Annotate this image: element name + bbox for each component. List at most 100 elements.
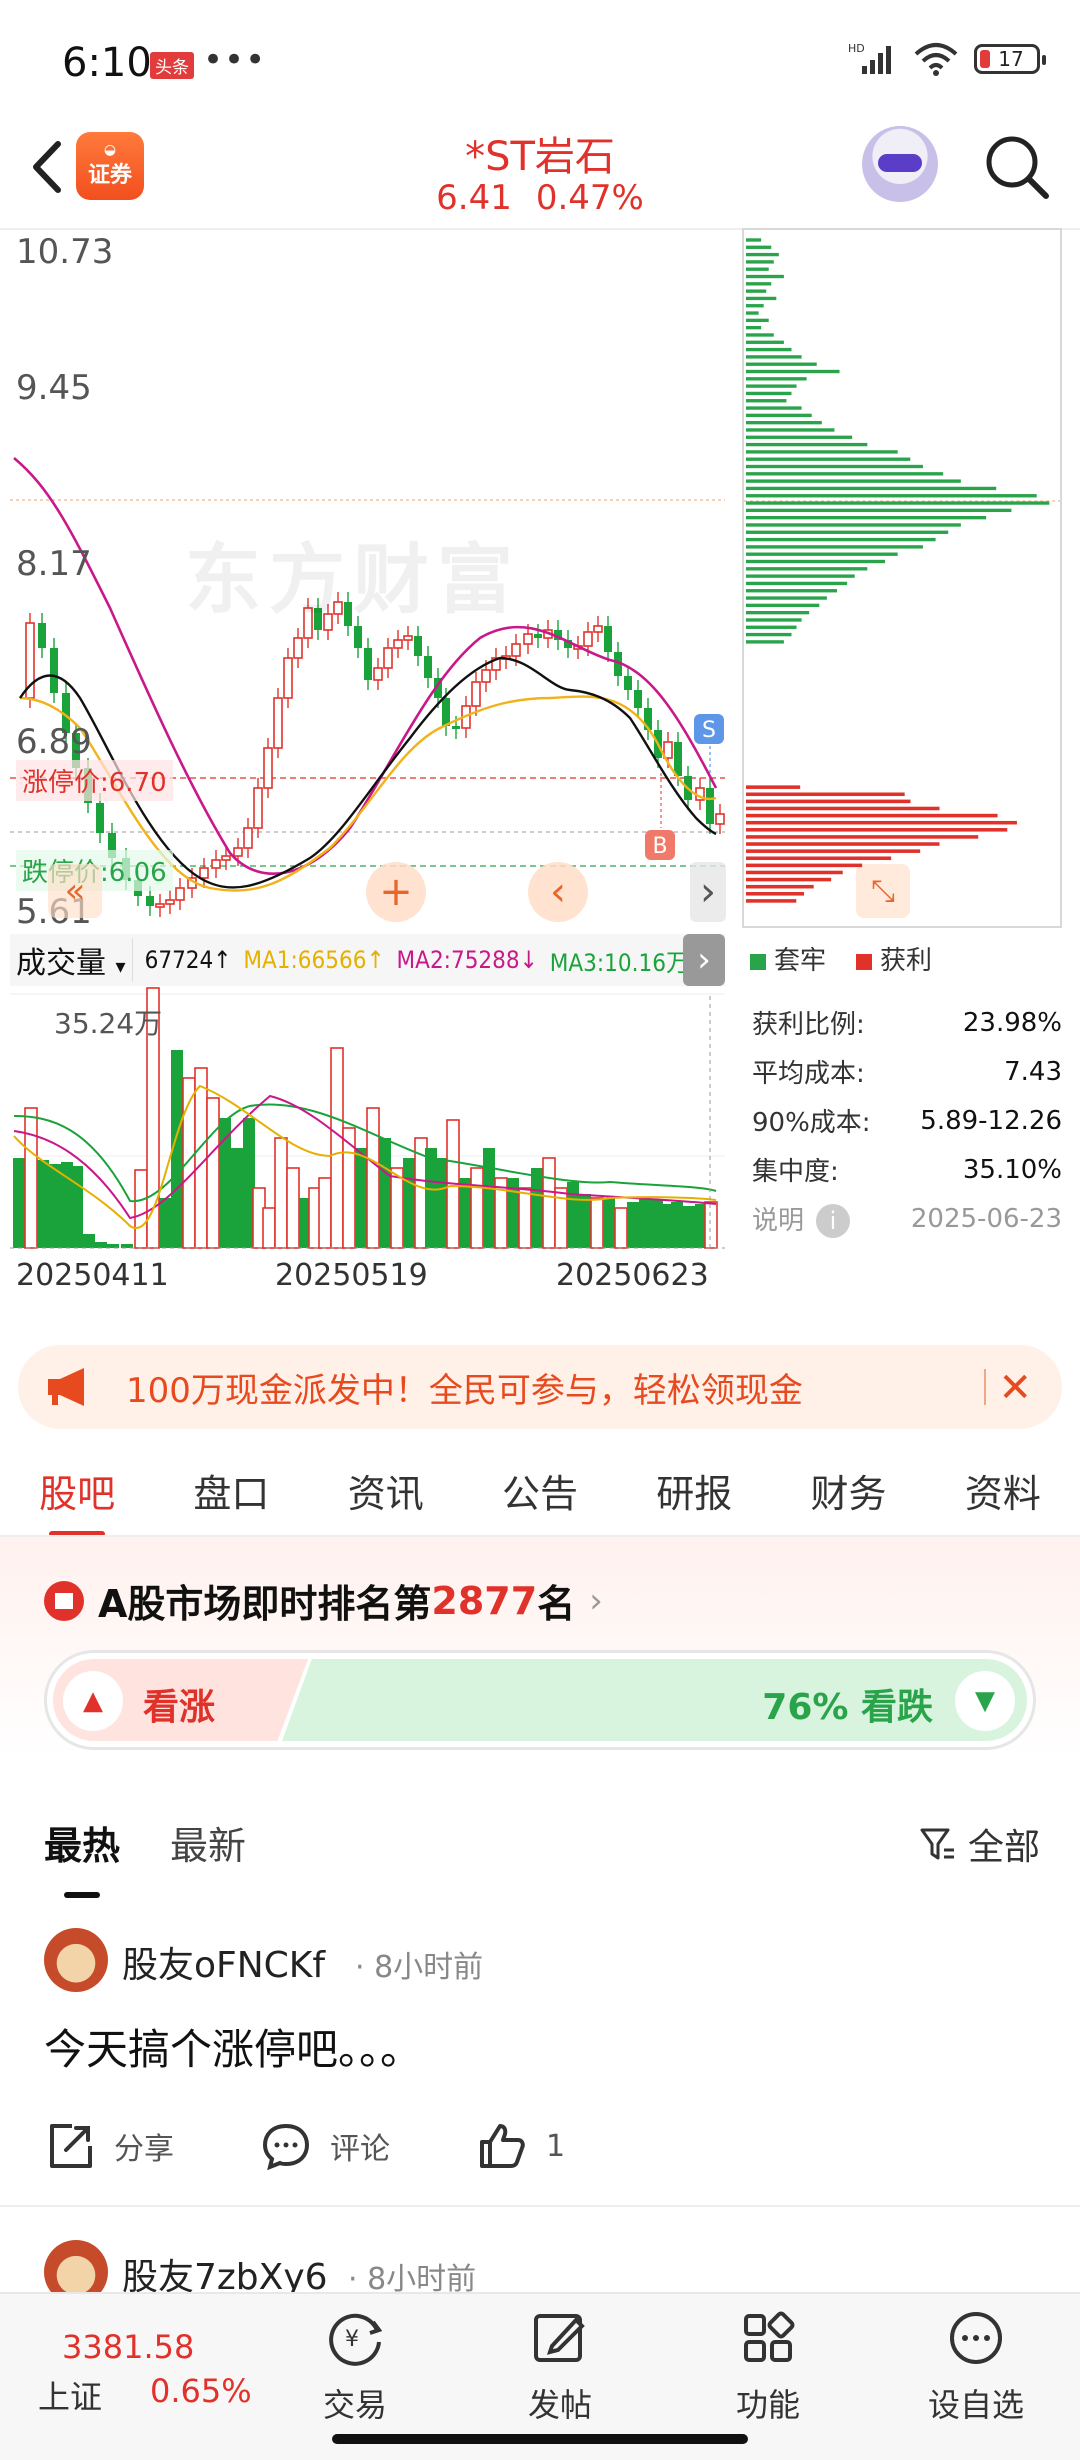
volume-bar bbox=[37, 1160, 49, 1248]
stat-value: 7.43 bbox=[1004, 1056, 1062, 1087]
indicator-selected: 成交量 bbox=[16, 946, 106, 981]
explanation-link[interactable]: 说明 i bbox=[752, 1200, 851, 1238]
chip-bar-profit bbox=[745, 813, 998, 818]
tab-announcements[interactable]: 公告 bbox=[502, 1455, 578, 1535]
market-ranking[interactable]: A股市场即时排名第 2877 名 › bbox=[44, 1573, 603, 1628]
post-item[interactable]: 股友7zbXy6 · 8小时前 bbox=[0, 2240, 1080, 2292]
chip-bar-profit bbox=[745, 856, 892, 861]
toutiao-badge: 头条 bbox=[150, 52, 194, 79]
volume-bar bbox=[567, 1182, 579, 1248]
volume-bar bbox=[435, 1158, 447, 1248]
home-indicator[interactable] bbox=[332, 2434, 748, 2444]
ranking-number: 2877 bbox=[431, 1578, 538, 1623]
volume-bar bbox=[579, 1194, 591, 1248]
volume-bar bbox=[24, 1107, 38, 1249]
nav-functions-label: 功能 bbox=[735, 2386, 800, 2424]
nav-watchlist-settings[interactable]: 设自选 bbox=[916, 2308, 1036, 2426]
chip-bar-profit bbox=[745, 842, 940, 846]
nav-post[interactable]: 发帖 bbox=[500, 2308, 620, 2426]
chip-bar-loss bbox=[745, 252, 779, 257]
post-username[interactable]: 股友7zbXy6 bbox=[122, 2248, 328, 2292]
bear-label[interactable]: 76% 看跌 bbox=[762, 1678, 933, 1730]
chip-bar-loss bbox=[745, 494, 1037, 498]
chip-bar-profit bbox=[745, 863, 863, 868]
avatar[interactable] bbox=[44, 2240, 108, 2292]
zoom-in-icon[interactable]: + bbox=[366, 862, 426, 922]
filter-button[interactable]: 全部 bbox=[918, 1818, 1040, 1870]
indicator-next-icon[interactable]: › bbox=[683, 934, 725, 986]
index-name[interactable]: 上证 bbox=[38, 2372, 102, 2418]
indicator-select[interactable]: 成交量 ▾ bbox=[10, 938, 133, 982]
volume-bar bbox=[121, 1244, 133, 1248]
post-time: · 8小时前 bbox=[348, 2254, 476, 2292]
tab-finance[interactable]: 财务 bbox=[811, 1455, 887, 1535]
share-icon bbox=[50, 2124, 92, 2168]
chip-bar-loss bbox=[745, 428, 835, 432]
ranking-prefix: A股市场即时排名第 bbox=[98, 1582, 432, 1626]
tab-research[interactable]: 研报 bbox=[656, 1455, 732, 1535]
explanation-label: 说明 bbox=[752, 1205, 805, 1236]
edit-icon bbox=[534, 2314, 585, 2362]
candle-body bbox=[523, 633, 533, 645]
chip-bar-loss bbox=[745, 442, 868, 447]
chip-bar-loss bbox=[745, 508, 1012, 513]
close-icon[interactable]: ✕ bbox=[998, 1365, 1032, 1411]
chip-bar-loss bbox=[745, 355, 802, 359]
avatar[interactable] bbox=[44, 1928, 108, 1992]
stat-row: 平均成本: 7.43 bbox=[752, 1047, 1062, 1096]
candle-body bbox=[38, 623, 46, 648]
post-item[interactable]: 股友oFNCKf · 8小时前 今天搞个涨停吧。。。 分享 评论 1 bbox=[0, 1928, 1080, 2178]
candle-body bbox=[452, 726, 460, 729]
tab-guba[interactable]: 股吧 bbox=[39, 1455, 115, 1537]
post-username[interactable]: 股友oFNCKf bbox=[122, 1936, 325, 1988]
share-label: 分享 bbox=[114, 2132, 174, 2167]
chip-legend: 套牢 获利 bbox=[750, 940, 932, 977]
chip-stats: 获利比例: 23.98% 平均成本: 7.43 90%成本: 5.89-12.26 集… bbox=[752, 998, 1062, 1243]
stat-footer: 说明 i 2025-06-23 bbox=[752, 1194, 1062, 1243]
like-button[interactable]: 1 bbox=[476, 2120, 565, 2172]
nav-trade[interactable]: ¥ 交易 bbox=[295, 2308, 415, 2426]
chip-bar-profit bbox=[745, 785, 801, 789]
index-change[interactable]: 0.65% bbox=[150, 2372, 252, 2410]
promo-banner[interactable]: 100万现金派发中！全民可参与，轻松领现金 ✕ bbox=[18, 1345, 1062, 1429]
candle-body bbox=[624, 676, 632, 690]
content-tabs: 股吧 盘口 资讯 公告 研报 财务 资料 bbox=[0, 1455, 1080, 1537]
volume-bar bbox=[379, 1138, 391, 1248]
post-content[interactable]: 今天搞个涨停吧。。。 bbox=[44, 2016, 422, 2077]
index-value[interactable]: 3381.58 bbox=[62, 2328, 194, 2366]
chip-bar-loss bbox=[745, 420, 822, 425]
chip-bar-profit bbox=[745, 792, 905, 797]
scroll-left-icon[interactable]: « bbox=[48, 864, 102, 918]
nav-functions[interactable]: 功能 bbox=[708, 2308, 828, 2426]
volume-bar bbox=[95, 1242, 107, 1248]
assistant-robot-icon[interactable] bbox=[862, 126, 938, 202]
chip-bar-loss bbox=[745, 545, 923, 549]
search-icon[interactable] bbox=[982, 132, 1052, 202]
chip-bar-loss bbox=[745, 501, 1050, 505]
comment-label: 评论 bbox=[330, 2132, 390, 2167]
legend-loss-label: 套牢 bbox=[774, 946, 827, 976]
chevron-left-icon[interactable]: ‹ bbox=[528, 862, 588, 922]
volume-bar bbox=[671, 1202, 683, 1248]
comment-button[interactable]: 评论 bbox=[260, 2120, 390, 2172]
post-time: · 8小时前 bbox=[355, 1950, 484, 1985]
candle-body bbox=[481, 669, 491, 683]
svg-text:¥: ¥ bbox=[345, 2327, 359, 2352]
feed-tab-latest[interactable]: 最新 bbox=[170, 1815, 246, 1870]
watermark: 东方财富 bbox=[185, 535, 521, 624]
bull-label[interactable]: 看涨 bbox=[143, 1678, 215, 1730]
candle-body bbox=[146, 896, 154, 906]
tab-news[interactable]: 资讯 bbox=[348, 1455, 424, 1535]
bear-arrow-down-icon[interactable]: ▼ bbox=[955, 1671, 1015, 1731]
volume-bar bbox=[134, 1169, 148, 1249]
promo-text: 100万现金派发中！全民可参与，轻松领现金 bbox=[126, 1370, 803, 1411]
bull-arrow-up-icon[interactable]: ▲ bbox=[63, 1671, 123, 1731]
chevron-right-icon[interactable]: › bbox=[690, 862, 726, 922]
info-icon[interactable]: i bbox=[816, 1203, 851, 1238]
date-label-end: 20250623 bbox=[556, 1258, 709, 1293]
tab-pankou[interactable]: 盘口 bbox=[193, 1455, 269, 1535]
chip-date: 2025-06-23 bbox=[910, 1203, 1062, 1234]
feed-tab-hot[interactable]: 最热 bbox=[44, 1815, 120, 1898]
tab-profile[interactable]: 资料 bbox=[965, 1455, 1041, 1535]
share-button[interactable]: 分享 bbox=[44, 2120, 174, 2172]
